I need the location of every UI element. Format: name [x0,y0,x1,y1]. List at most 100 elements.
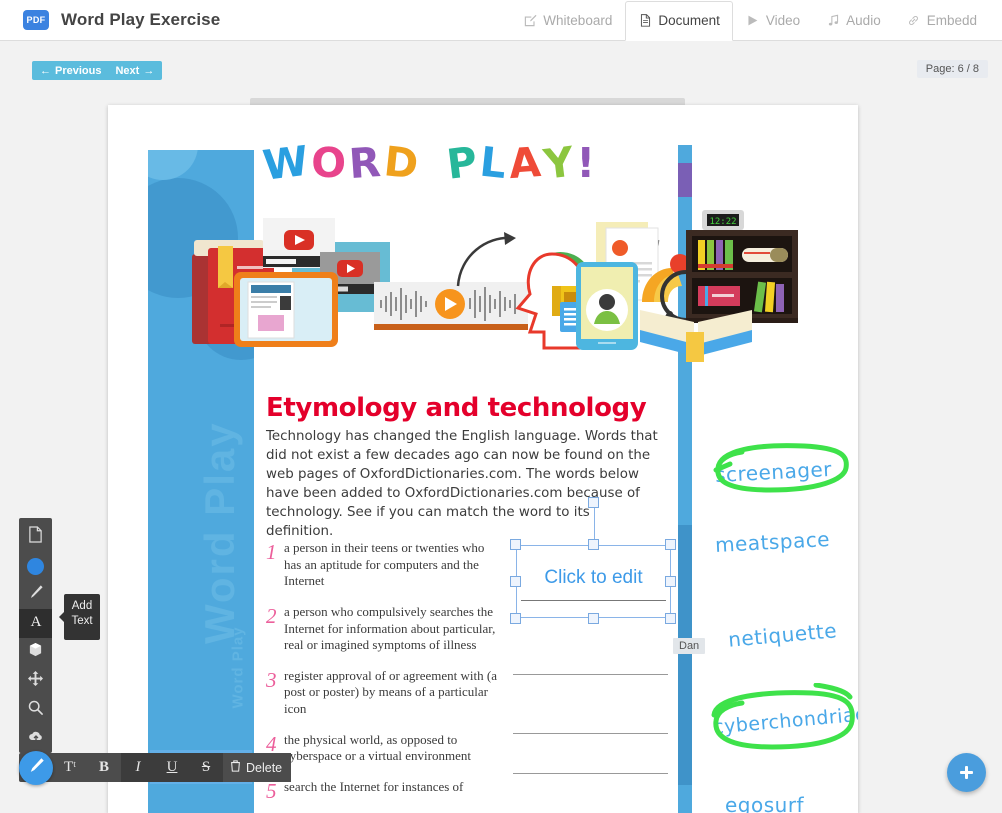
pen-mode-button[interactable] [19,751,53,785]
page-nav-group[interactable]: ← Previous Next → [32,61,162,80]
pencil-icon [28,584,44,605]
definition-number: 5 [266,781,284,802]
link-icon [907,14,921,28]
definition-item: 5search the Internet for instances of [266,779,501,802]
definition-number: 2 [266,606,284,654]
handwritten-word: screenager [714,457,832,487]
title-letter: R [348,142,385,185]
stripe-dark-segment [678,525,692,785]
resize-handle-s[interactable] [588,613,599,624]
add-button[interactable] [947,753,986,792]
plus-icon [959,765,974,780]
definition-number: 1 [266,542,284,590]
delete-button[interactable]: Delete [223,753,291,782]
resize-handle-se[interactable] [665,613,676,624]
resize-handle-nw[interactable] [510,539,521,550]
tab-label: Document [658,13,720,28]
italic-button[interactable]: I [121,753,155,782]
title-letter: ! [576,143,598,184]
bold-button[interactable]: B [87,753,121,782]
resize-handle-ne[interactable] [665,539,676,550]
title-letter: P [444,141,482,186]
text-box-selection[interactable]: Click to edit [516,545,671,618]
upload-tool[interactable] [19,724,52,753]
previous-arrow-icon: ← [40,65,51,77]
tab-audio[interactable]: Audio [813,1,894,41]
next-button[interactable]: Next [115,65,139,77]
definition-text: a person in their teens or twenties who … [284,540,501,590]
circle-icon [27,558,44,575]
title-letter: L [478,142,511,186]
title-letter: W [261,140,314,187]
move-icon [28,671,43,691]
definition-text: register approval of or agreement with (… [284,668,501,718]
document-icon [638,14,652,28]
worksheet-title: WORDPLAY! [263,143,598,184]
resize-handle-n[interactable] [588,539,599,550]
definition-item: 2a person who compulsively searches the … [266,604,501,654]
trash-icon [230,760,241,775]
clock-text: 12:22 [709,217,736,227]
tab-embed[interactable]: Embedd [894,1,990,41]
shape-tool[interactable] [19,638,52,667]
handwritten-word: egosurf [725,793,804,813]
tab-label: Embedd [927,13,977,28]
underline-button[interactable]: U [155,753,189,782]
section-heading: Etymology and technology [266,393,666,423]
stripe-purple-segment [678,163,692,197]
tab-bar: Whiteboard Document Video Audio [510,0,1002,41]
pen-tool[interactable] [19,581,52,610]
tab-document[interactable]: Document [625,1,733,41]
page-indicator: Page: 6 / 8 [917,60,988,78]
open-book-illustration [638,302,754,367]
answer-line[interactable] [513,773,668,774]
text-box-value[interactable]: Click to edit [516,567,671,589]
whiteboard-icon [523,14,537,28]
tab-whiteboard[interactable]: Whiteboard [510,1,625,41]
definition-text: search the Internet for instances of [284,779,463,802]
document-canvas[interactable]: Word Play Word Play WORDPLAY! [108,105,858,813]
rotate-handle[interactable] [588,497,599,508]
delete-label: Delete [246,761,282,775]
letter-a-icon: A [28,613,44,634]
definition-list: 1a person in their teens or twenties who… [266,540,501,813]
tab-label: Whiteboard [543,13,612,28]
next-arrow-icon: → [143,65,154,77]
definition-text: the physical world, as opposed to cybers… [284,732,501,765]
search-icon [28,700,43,720]
intro-paragraph: Technology has changed the English langu… [266,427,658,541]
watermark-text-small: Word Play [230,449,247,709]
tab-label: Audio [846,13,881,28]
pdf-badge: PDF [23,10,49,30]
tab-label: Video [766,13,800,28]
svg-text:A: A [30,614,41,629]
tablet-illustration [234,272,338,352]
answer-line[interactable] [513,733,668,734]
play-icon [746,14,760,28]
answer-line[interactable] [513,674,668,675]
text-underline [521,600,666,602]
previous-button[interactable]: Previous [55,65,101,77]
strikethrough-button[interactable]: S [189,753,223,782]
zoom-tool[interactable] [19,696,52,725]
resize-handle-w[interactable] [510,576,521,587]
resize-handle-e[interactable] [665,576,676,587]
move-tool[interactable] [19,667,52,696]
page-icon [28,526,43,548]
text-tool[interactable]: A [19,609,52,638]
definition-item: 1a person in their teens or twenties who… [266,540,501,590]
resize-handle-sw[interactable] [510,613,521,624]
cloud-upload-icon [28,729,44,748]
top-bar: PDF Word Play Exercise Whiteboard Docume… [0,0,1002,41]
app-root: PDF Word Play Exercise Whiteboard Docume… [0,0,1002,813]
add-text-tooltip: Add Text [64,594,100,640]
definition-item: 4the physical world, as opposed to cyber… [266,732,501,765]
collaborator-cursor-label: Dan [673,638,705,654]
text-size-button[interactable]: Tᵗ [53,753,87,782]
page-tool[interactable] [19,523,52,552]
handwritten-word: meatspace [714,527,830,557]
tab-video[interactable]: Video [733,1,813,41]
cube-icon [28,642,43,662]
definition-number: 3 [266,670,284,718]
color-tool[interactable] [19,552,52,581]
